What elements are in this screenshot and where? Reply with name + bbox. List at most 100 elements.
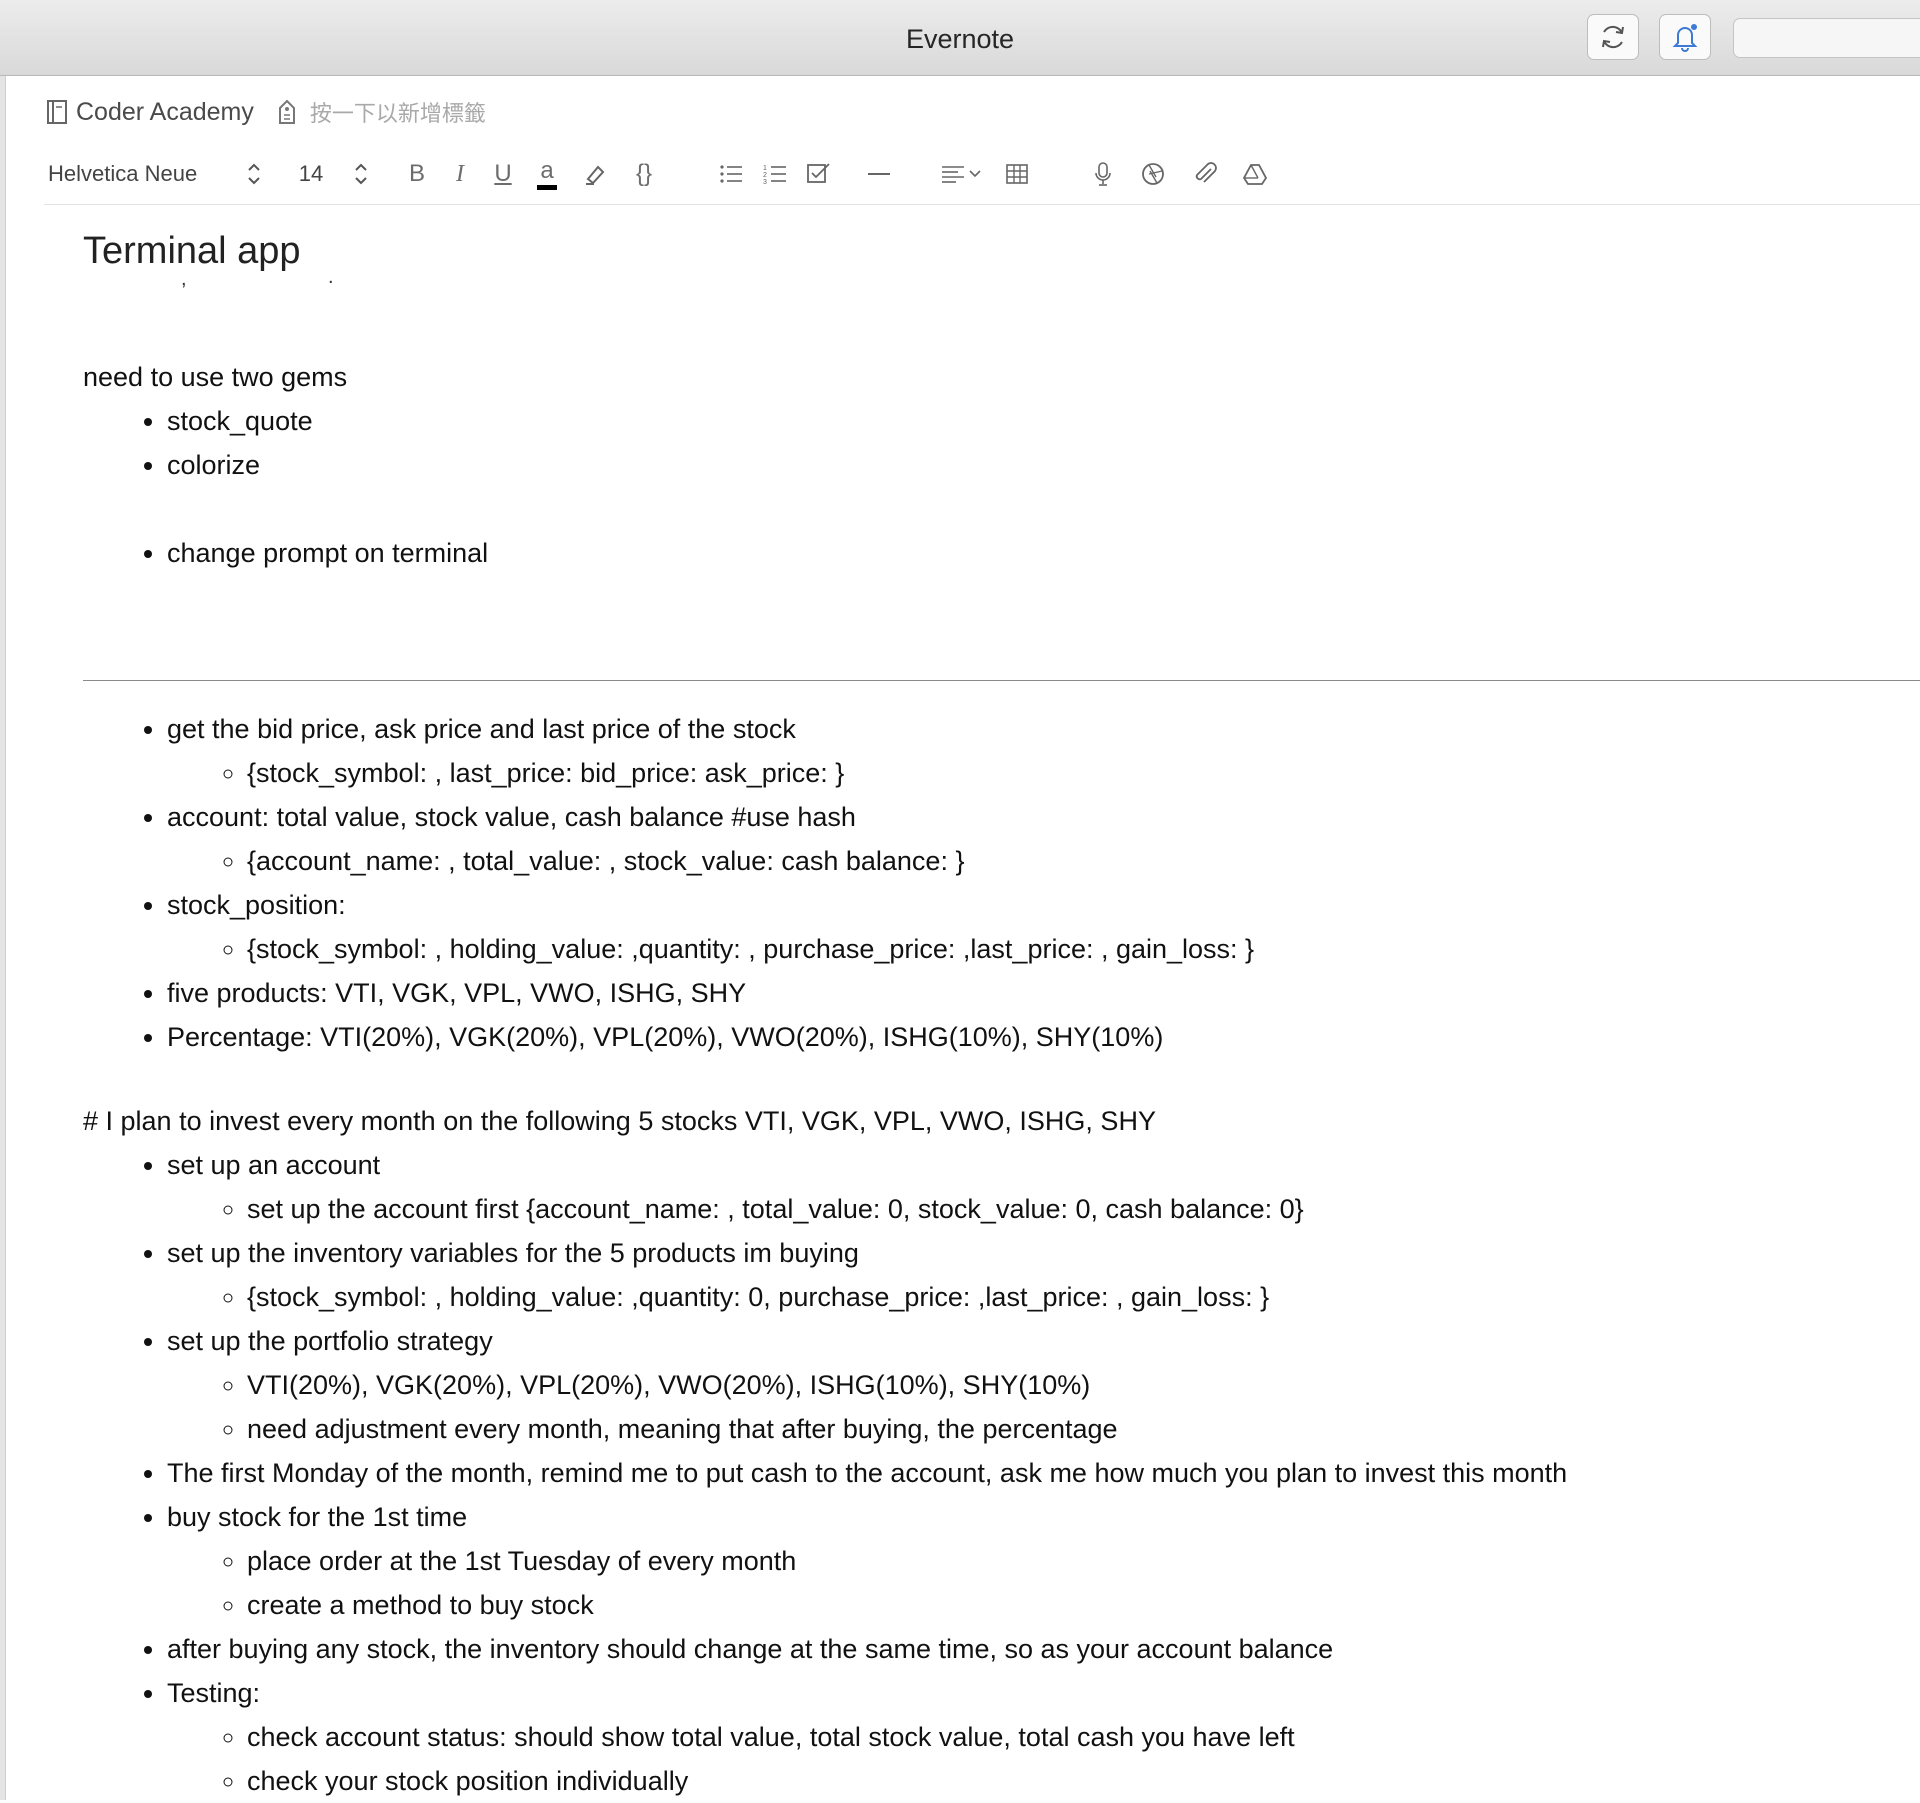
list-item-text: set up the portfolio strategy bbox=[167, 1326, 493, 1356]
record-audio-button[interactable] bbox=[1088, 152, 1118, 196]
sync-button[interactable] bbox=[1587, 14, 1639, 60]
sub-list: VTI(20%), VGK(20%), VPL(20%), VWO(20%), … bbox=[167, 1363, 1920, 1451]
highlighter-icon bbox=[582, 161, 608, 187]
paragraph: need to use two gems bbox=[83, 362, 348, 392]
toolbar-divider bbox=[44, 204, 1920, 205]
numbered-list-button[interactable]: 123 bbox=[760, 152, 790, 196]
font-family-stepper-icon[interactable] bbox=[244, 152, 264, 196]
sub-list: {stock_symbol: , holding_value: ,quantit… bbox=[167, 1275, 1920, 1319]
checkbox-button[interactable] bbox=[804, 152, 834, 196]
sidebar-edge bbox=[0, 76, 6, 1800]
svg-text:1: 1 bbox=[763, 165, 767, 172]
camera-icon bbox=[1140, 161, 1166, 187]
google-drive-icon bbox=[1242, 162, 1268, 186]
sub-list: set up the account first {account_name: … bbox=[167, 1187, 1920, 1231]
bold-button[interactable]: B bbox=[402, 152, 432, 196]
align-icon bbox=[940, 162, 986, 186]
tag-input[interactable]: 按一下以新增標籤 bbox=[310, 96, 486, 128]
list-item: after buying any stock, the inventory sh… bbox=[167, 1627, 1920, 1671]
italic-button[interactable]: I bbox=[445, 152, 475, 196]
svg-text:3: 3 bbox=[763, 179, 767, 186]
format-toolbar: Helvetica Neue 14 B I U a {} 123 bbox=[48, 152, 1920, 202]
horizontal-rule-button[interactable] bbox=[864, 152, 894, 196]
list-item: stock_quote bbox=[167, 399, 1920, 443]
underline-button[interactable]: U bbox=[488, 152, 518, 196]
list-item-text: Testing: bbox=[167, 1678, 261, 1708]
alignment-dropdown[interactable] bbox=[938, 152, 988, 196]
activity-button[interactable] bbox=[1659, 14, 1711, 60]
data-structure-list: get the bid price, ask price and last pr… bbox=[83, 707, 1920, 1059]
list-item: buy stock for the 1st time place order a… bbox=[167, 1495, 1920, 1627]
sub-list-item: {stock_symbol: , last_price: bid_price: … bbox=[247, 751, 1920, 795]
underline-icon: U bbox=[494, 160, 512, 187]
list-item-text: get the bid price, ask price and last pr… bbox=[167, 714, 796, 744]
notebook-selector[interactable]: Coder Academy bbox=[76, 98, 254, 127]
list-item: set up the portfolio strategy VTI(20%), … bbox=[167, 1319, 1920, 1451]
table-button[interactable] bbox=[1002, 152, 1032, 196]
sub-list: place order at the 1st Tuesday of every … bbox=[167, 1539, 1920, 1627]
notebook-icon bbox=[46, 99, 68, 125]
sub-list-item: need adjustment every month, meaning tha… bbox=[247, 1407, 1920, 1451]
font-size-stepper-icon[interactable] bbox=[351, 152, 371, 196]
list-item: set up an account set up the account fir… bbox=[167, 1143, 1920, 1231]
list-item: five products: VTI, VGK, VPL, VWO, ISHG,… bbox=[167, 971, 1920, 1015]
sub-list-item: {stock_symbol: , holding_value: ,quantit… bbox=[247, 927, 1920, 971]
list-item: Percentage: VTI(20%), VGK(20%), VPL(20%)… bbox=[167, 1015, 1920, 1059]
list-item: change prompt on terminal bbox=[167, 531, 1920, 575]
text-color-button[interactable]: a bbox=[532, 152, 562, 196]
bold-icon: B bbox=[408, 160, 425, 187]
sub-list-item: set up the account first {account_name: … bbox=[247, 1187, 1920, 1231]
list: change prompt on terminal bbox=[83, 531, 1920, 575]
sub-list-item: place order at the 1st Tuesday of every … bbox=[247, 1539, 1920, 1583]
code-block-button[interactable]: {} bbox=[624, 152, 664, 196]
sub-list-item: create a method to buy stock bbox=[247, 1583, 1920, 1627]
search-input[interactable] bbox=[1733, 18, 1920, 58]
list-item: The first Monday of the month, remind me… bbox=[167, 1451, 1920, 1495]
font-size-value: 14 bbox=[298, 161, 324, 186]
bulleted-list-button[interactable] bbox=[716, 152, 746, 196]
sub-list: {stock_symbol: , last_price: bid_price: … bbox=[167, 751, 1920, 795]
list-item: Testing: check account status: should sh… bbox=[167, 1671, 1920, 1803]
sub-list: {account_name: , total_value: , stock_va… bbox=[167, 839, 1920, 883]
code-block-icon: {} bbox=[635, 160, 653, 187]
sync-icon bbox=[1598, 22, 1628, 52]
tag-icon bbox=[276, 98, 298, 126]
text-color-swatch bbox=[537, 184, 557, 190]
camera-button[interactable] bbox=[1138, 152, 1168, 196]
google-drive-button[interactable] bbox=[1240, 152, 1270, 196]
attachment-button[interactable] bbox=[1190, 152, 1220, 196]
sub-list-item: {stock_symbol: , holding_value: ,quantit… bbox=[247, 1275, 1920, 1319]
list-item-text: stock_position: bbox=[167, 890, 346, 920]
list-item: colorize bbox=[167, 443, 1920, 487]
attachment-icon bbox=[1192, 161, 1218, 187]
sub-list-item: {account_name: , total_value: , stock_va… bbox=[247, 839, 1920, 883]
highlight-button[interactable] bbox=[578, 152, 612, 196]
gems-list: stock_quote colorize bbox=[83, 399, 1920, 487]
font-family-select[interactable]: Helvetica Neue bbox=[48, 152, 218, 196]
checkbox-icon bbox=[806, 162, 832, 186]
font-size-select[interactable]: 14 bbox=[296, 152, 326, 196]
sub-list: check account status: should show total … bbox=[167, 1715, 1920, 1803]
note-title[interactable]: Terminal app bbox=[83, 230, 301, 273]
tag-area[interactable]: 按一下以新增標籤 bbox=[276, 96, 486, 128]
plan-list: set up an account set up the account fir… bbox=[83, 1143, 1920, 1803]
note-body[interactable]: need to use two gems stock_quote coloriz… bbox=[83, 355, 1920, 1803]
window-titlebar: Evernote bbox=[0, 0, 1920, 76]
sub-list-item: check account status: should show total … bbox=[247, 1715, 1920, 1759]
svg-text:2: 2 bbox=[763, 172, 767, 179]
text-color-icon: a bbox=[540, 156, 554, 184]
paragraph-heading: # I plan to invest every month on the fo… bbox=[83, 1106, 1156, 1136]
list-item: set up the inventory variables for the 5… bbox=[167, 1231, 1920, 1319]
sub-list-item: VTI(20%), VGK(20%), VPL(20%), VWO(20%), … bbox=[247, 1363, 1920, 1407]
horizontal-rule bbox=[83, 680, 1920, 681]
bulleted-list-icon bbox=[718, 162, 744, 186]
list-item: get the bid price, ask price and last pr… bbox=[167, 707, 1920, 795]
numbered-list-icon: 123 bbox=[762, 162, 788, 186]
list-item-text: set up an account bbox=[167, 1150, 381, 1180]
italic-icon: I bbox=[456, 160, 464, 187]
list-item: stock_position: {stock_symbol: , holding… bbox=[167, 883, 1920, 971]
microphone-icon bbox=[1093, 161, 1113, 187]
